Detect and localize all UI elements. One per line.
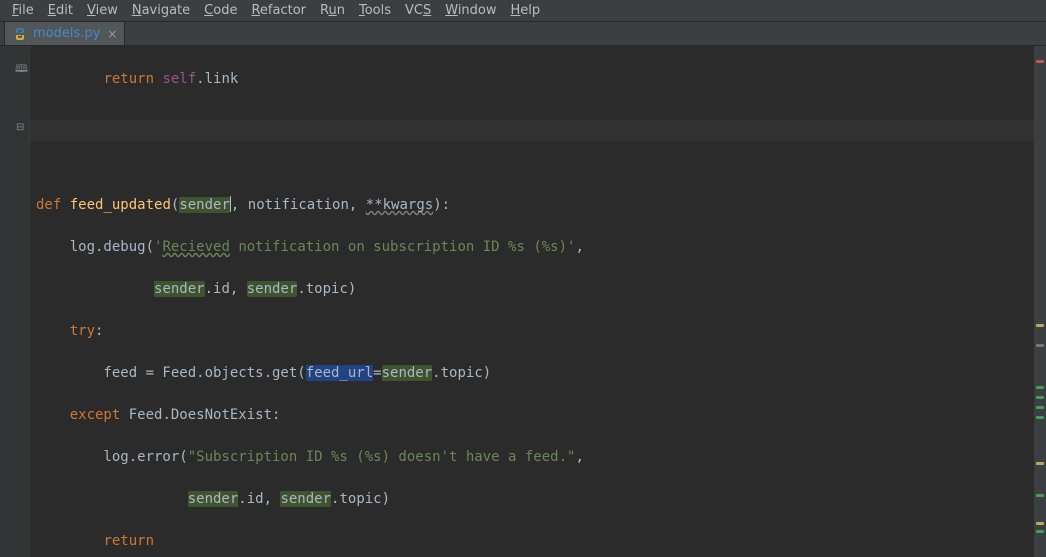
code-area[interactable]: return self.link def feed_updated(sender… (30, 46, 1034, 557)
ok-mark[interactable] (1036, 396, 1044, 399)
error-mark[interactable] (1036, 60, 1044, 63)
editor[interactable]: 🕮 ⊟ return self.link def feed_updated(se… (0, 46, 1034, 557)
ok-mark[interactable] (1036, 416, 1044, 419)
tab-models-py[interactable]: models.py × (4, 21, 125, 45)
menu-help[interactable]: Help (505, 1, 547, 20)
warning-mark[interactable] (1036, 462, 1044, 465)
menu-window[interactable]: Window (439, 1, 502, 20)
menu-file[interactable]: File (6, 1, 40, 20)
error-stripe[interactable] (1034, 46, 1046, 557)
menu-refactor[interactable]: Refactor (245, 1, 312, 20)
menu-run[interactable]: Run (314, 1, 351, 20)
bookmark-icon[interactable]: 🕮 (15, 60, 28, 79)
menu-tools[interactable]: Tools (353, 1, 397, 20)
warning-mark[interactable] (1036, 324, 1044, 327)
menu-vcs[interactable]: VCS (399, 1, 437, 20)
fold-marker[interactable]: ⊟ (16, 122, 24, 133)
gutter[interactable]: 🕮 ⊟ (0, 46, 30, 557)
ok-mark[interactable] (1036, 386, 1044, 389)
tabbar: models.py × (0, 22, 1046, 46)
menu-edit[interactable]: Edit (42, 1, 79, 20)
menubar: File Edit View Navigate Code Refactor Ru… (0, 0, 1046, 22)
info-mark[interactable] (1036, 344, 1044, 347)
ok-mark[interactable] (1036, 530, 1044, 533)
ok-mark[interactable] (1036, 494, 1044, 497)
menu-view[interactable]: View (81, 1, 124, 20)
tab-label: models.py (33, 26, 100, 41)
close-icon[interactable]: × (106, 27, 118, 41)
ok-mark[interactable] (1036, 406, 1044, 409)
menu-navigate[interactable]: Navigate (126, 1, 196, 20)
warning-mark[interactable] (1036, 522, 1044, 525)
python-file-icon (13, 27, 27, 41)
menu-code[interactable]: Code (198, 1, 243, 20)
